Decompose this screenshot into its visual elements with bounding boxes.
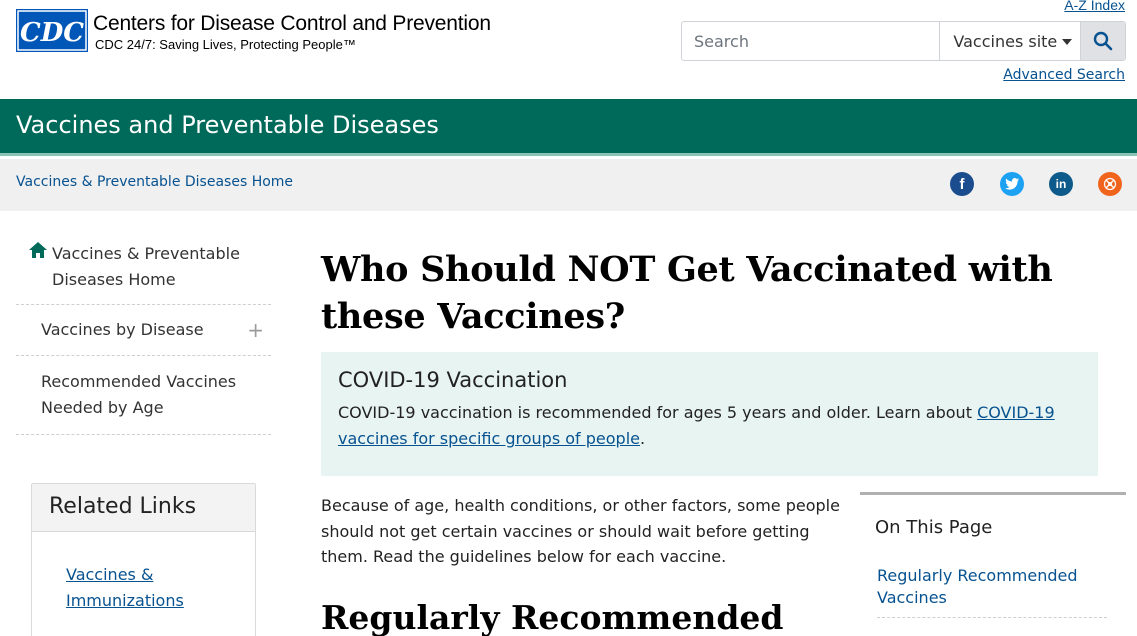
related-links-title: Related Links xyxy=(32,484,255,532)
intro-paragraph: Because of age, health conditions, or ot… xyxy=(321,496,840,566)
left-navigation: Vaccines & Preventable Diseases Home Vac… xyxy=(16,230,271,435)
nav-item-recommended-vaccines[interactable]: Recommended Vaccines Needed by Age xyxy=(16,356,271,435)
related-links-panel: Related Links Vaccines & Immunizations xyxy=(31,483,256,636)
page-title: Who Should NOT Get Vaccinated with these… xyxy=(321,249,1053,337)
facebook-icon[interactable]: f xyxy=(950,172,974,196)
search-scope-label: Vaccines site xyxy=(953,31,1058,51)
search-button[interactable] xyxy=(1080,22,1125,60)
nav-item-label: Vaccines & Preventable Diseases Home xyxy=(52,244,240,289)
az-index-link[interactable]: A-Z Index xyxy=(1064,0,1125,13)
site-title-bar: Vaccines and Preventable Diseases xyxy=(0,99,1137,156)
nav-item-label: Recommended Vaccines Needed by Age xyxy=(41,372,237,417)
advanced-search-link[interactable]: Advanced Search xyxy=(1003,67,1125,83)
svg-text:CDC: CDC xyxy=(20,18,84,48)
org-tagline: CDC 24/7: Saving Lives, Protecting Peopl… xyxy=(95,37,356,52)
cdc-logo[interactable]: CDC xyxy=(16,9,88,52)
nav-item-label: Vaccines by Disease xyxy=(41,320,204,339)
on-this-page-link[interactable]: Regularly Recommended Vaccines xyxy=(877,565,1107,618)
site-header: CDC Centers for Disease Control and Prev… xyxy=(0,0,1137,99)
callout-body: COVID-19 vaccination is recommended for … xyxy=(338,400,1081,452)
linkedin-icon[interactable]: in xyxy=(1049,172,1073,196)
caret-down-icon xyxy=(1062,39,1073,45)
nav-item-vaccines-by-disease[interactable]: Vaccines by Disease + xyxy=(16,305,271,356)
callout-end: . xyxy=(639,429,646,448)
syndicate-icon[interactable] xyxy=(1098,172,1122,196)
section-heading: Regularly Recommended xyxy=(321,598,784,636)
breadcrumb: Vaccines & Preventable Diseases Home f i… xyxy=(0,159,1137,211)
expand-icon[interactable]: + xyxy=(247,318,264,342)
search-input[interactable]: Search xyxy=(682,22,939,60)
org-name: Centers for Disease Control and Preventi… xyxy=(93,12,491,35)
nav-item-home[interactable]: Vaccines & Preventable Diseases Home xyxy=(16,230,271,305)
callout-title: COVID-19 Vaccination xyxy=(338,368,568,392)
covid-callout: COVID-19 Vaccination COVID-19 vaccinatio… xyxy=(321,352,1098,476)
callout-text: COVID-19 vaccination is recommended for … xyxy=(338,403,978,422)
related-link-vaccines-immunizations[interactable]: Vaccines & Immunizations xyxy=(66,562,206,614)
search-scope-dropdown[interactable]: Vaccines site xyxy=(939,22,1080,60)
breadcrumb-home-link[interactable]: Vaccines & Preventable Diseases Home xyxy=(16,174,293,190)
on-this-page-panel: On This Page Regularly Recommended Vacci… xyxy=(860,492,1126,636)
search-icon xyxy=(1093,31,1113,51)
search-box: Search Vaccines site xyxy=(681,21,1126,61)
site-title[interactable]: Vaccines and Preventable Diseases xyxy=(16,111,439,139)
home-icon xyxy=(29,242,47,258)
on-this-page-title: On This Page xyxy=(875,517,993,538)
twitter-icon[interactable] xyxy=(1000,172,1024,196)
